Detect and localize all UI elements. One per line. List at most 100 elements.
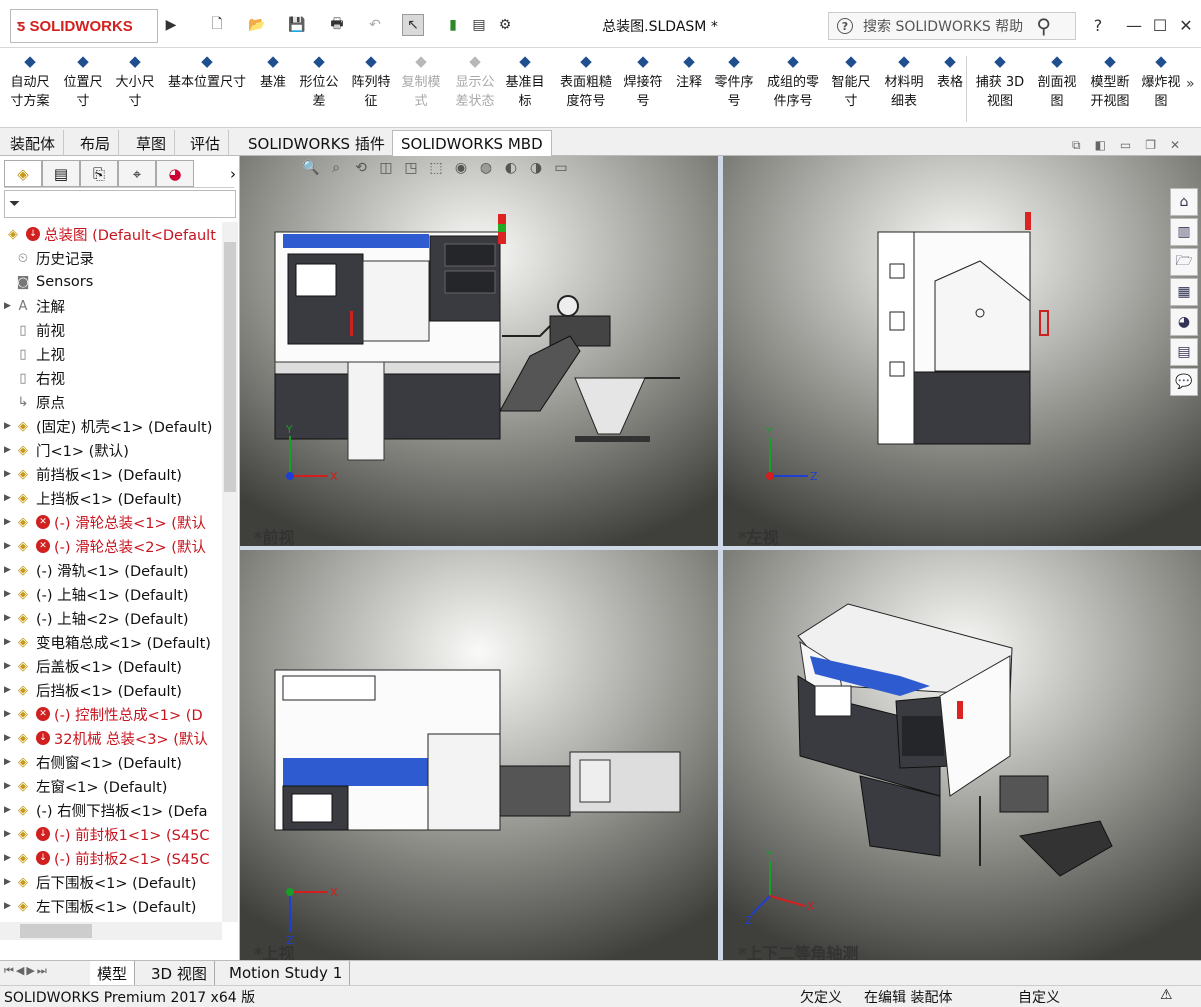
- display-style-icon[interactable]: ◉: [450, 160, 472, 184]
- tree-item[interactable]: ▶ ◈ 门<1> (默认): [0, 438, 222, 462]
- ribbon-button-4[interactable]: ◆ 基本位置尺寸: [162, 52, 252, 124]
- viewport-restore-icon[interactable]: ◧: [1095, 138, 1106, 153]
- open-document-icon[interactable]: 📂: [246, 14, 268, 36]
- ribbon-button-12[interactable]: ◆ 焊接符号: [620, 52, 666, 124]
- ribbon-button-20[interactable]: ◆ 剖面视图: [1034, 52, 1080, 124]
- command-tab-1[interactable]: 装配体: [2, 130, 65, 156]
- tree-item[interactable]: ▶ ◈ (固定) 机壳<1> (Default): [0, 414, 222, 438]
- tree-item[interactable]: ▶ ◈ 左窗<1> (Default): [0, 774, 222, 798]
- expand-arrow-icon[interactable]: ▶: [4, 757, 14, 767]
- expand-arrow-icon[interactable]: ▶: [4, 421, 14, 431]
- ribbon-button-22[interactable]: ◆ 爆炸视图: [1138, 52, 1184, 124]
- expand-arrow-icon[interactable]: ▶: [4, 301, 14, 311]
- apply-scene-icon[interactable]: ◑: [525, 160, 547, 184]
- viewport-splitter-vertical[interactable]: [718, 156, 723, 960]
- file-explorer-icon[interactable]: 🗁: [1170, 248, 1198, 276]
- search-magnifier-icon[interactable]: ⚲: [1036, 14, 1051, 38]
- expand-arrow-icon[interactable]: ▶: [4, 517, 14, 527]
- help-search-box[interactable]: ? 搜索 SOLIDWORKS 帮助 ⚲: [828, 12, 1076, 40]
- view-settings-icon[interactable]: ▭: [550, 160, 572, 184]
- zoom-to-fit-icon[interactable]: 🔍: [300, 160, 322, 184]
- solidworks-resources-icon[interactable]: ⌂: [1170, 188, 1198, 216]
- tree-hscroll-thumb[interactable]: [20, 924, 92, 938]
- tree-item[interactable]: ▯ 前视: [0, 318, 222, 342]
- tree-item[interactable]: ▶ ◈ (-) 上轴<2> (Default): [0, 606, 222, 630]
- select-pointer-icon[interactable]: ↖: [402, 14, 424, 36]
- ribbon-button-1[interactable]: ◆ 自动尺 寸方案: [8, 52, 52, 124]
- graphics-area[interactable]: Y X Y Z X Z Y X Z *前视 *左视 *上视 *上下二等角轴测 ⧉…: [240, 138, 1201, 963]
- ribbon-button-5[interactable]: ◆ 基准: [256, 52, 290, 124]
- tree-item[interactable]: ▶ ◈ 后挡板<1> (Default): [0, 678, 222, 702]
- display-manager-tab-icon[interactable]: ◕: [156, 160, 194, 187]
- tree-item[interactable]: ▶ ◈ ↓ (-) 前封板2<1> (S45C: [0, 846, 222, 870]
- tree-item[interactable]: ◙ Sensors: [0, 270, 222, 294]
- left-view-model[interactable]: [877, 212, 1049, 445]
- undo-icon[interactable]: ↶: [364, 14, 386, 36]
- expand-arrow-icon[interactable]: ▶: [4, 637, 14, 647]
- configuration-manager-tab-icon[interactable]: ⎘: [80, 160, 118, 187]
- expand-arrow-icon[interactable]: ▶: [4, 685, 14, 695]
- tree-item[interactable]: ▶ ◈ 上挡板<1> (Default): [0, 486, 222, 510]
- tree-item[interactable]: ⏲ 历史记录: [0, 246, 222, 270]
- expand-arrow-icon[interactable]: ▶: [4, 469, 14, 479]
- expand-arrow-icon[interactable]: ▶: [4, 661, 14, 671]
- tree-item[interactable]: ▶ ◈ 后下围板<1> (Default): [0, 870, 222, 894]
- status-units[interactable]: 自定义: [1018, 987, 1060, 1007]
- command-tab-4[interactable]: 评估: [182, 130, 230, 156]
- view-palette-icon[interactable]: ▦: [1170, 278, 1198, 306]
- dynamic-annotation-icon[interactable]: ◳: [400, 160, 422, 184]
- tree-item[interactable]: ▶ ◈ 变电箱总成<1> (Default): [0, 630, 222, 654]
- expand-arrow-icon[interactable]: ▶: [4, 781, 14, 791]
- tree-filter[interactable]: ⏷: [4, 190, 236, 218]
- ribbon-button-19[interactable]: ◆ 捕获 3D 视图: [974, 52, 1026, 124]
- options-gear-icon[interactable]: ⚙: [494, 14, 516, 36]
- ribbon-button-13[interactable]: ◆ 注释: [672, 52, 706, 124]
- save-icon[interactable]: 💾: [286, 14, 308, 36]
- expand-arrow-icon[interactable]: ▶: [4, 613, 14, 623]
- expand-arrow-icon[interactable]: ▶: [4, 901, 14, 911]
- command-tab-6[interactable]: SOLIDWORKS MBD: [392, 130, 552, 157]
- expand-arrow-icon[interactable]: ▶: [4, 877, 14, 887]
- rebuild-traffic-light-icon[interactable]: ▮: [442, 14, 464, 36]
- property-manager-tab-icon[interactable]: ▤: [42, 160, 80, 187]
- tree-item[interactable]: ▶ ◈ ✕ (-) 滑轮总装<2> (默认: [0, 534, 222, 558]
- close-button[interactable]: ✕: [1174, 12, 1198, 38]
- help-button[interactable]: ?: [1086, 12, 1110, 38]
- command-tab-5[interactable]: SOLIDWORKS 插件: [240, 130, 394, 156]
- tree-item[interactable]: ▶ ◈ ✕ (-) 控制性总成<1> (D: [0, 702, 222, 726]
- print-icon[interactable]: 🖶: [326, 14, 348, 36]
- next-tab-icon[interactable]: ▶: [26, 964, 34, 978]
- viewport-maximize-icon[interactable]: ❐: [1145, 138, 1156, 153]
- new-document-icon[interactable]: 🗋: [206, 14, 228, 36]
- prev-tab-icon[interactable]: ◀: [16, 964, 24, 978]
- expand-arrow-icon[interactable]: ▶: [4, 445, 14, 455]
- expand-arrow-icon[interactable]: ▶: [4, 589, 14, 599]
- tree-item[interactable]: ↳ 原点: [0, 390, 222, 414]
- feature-manager-tab-icon[interactable]: ◈: [4, 160, 42, 187]
- expand-arrow-icon[interactable]: ▶: [4, 829, 14, 839]
- edit-appearance-icon[interactable]: ◐: [500, 160, 522, 184]
- ribbon-button-3[interactable]: ◆ 大小尺寸: [112, 52, 158, 124]
- viewport-splitter-horizontal[interactable]: [240, 546, 1201, 550]
- expand-arrow-icon[interactable]: ▶: [4, 805, 14, 815]
- command-tab-2[interactable]: 布局: [72, 130, 120, 156]
- ribbon-button-16[interactable]: ◆ 智能尺寸: [828, 52, 874, 124]
- expand-arrow-icon[interactable]: ▶: [4, 853, 14, 863]
- tree-item[interactable]: ▶ ◈ ↓ (-) 前封板1<1> (S45C: [0, 822, 222, 846]
- ribbon-button-6[interactable]: ◆ 形位公差: [296, 52, 342, 124]
- appearances-scenes-icon[interactable]: ◕: [1170, 308, 1198, 336]
- maximize-button[interactable]: ☐: [1148, 12, 1172, 38]
- bottom-tab-2[interactable]: 3D 视图: [144, 961, 215, 985]
- tree-item[interactable]: ▶ ◈ 左下围板<1> (Default): [0, 894, 222, 918]
- tree-item[interactable]: ▶ ◈ 后盖板<1> (Default): [0, 654, 222, 678]
- tree-item[interactable]: ▶ ◈ (-) 滑轨<1> (Default): [0, 558, 222, 582]
- previous-view-icon[interactable]: ⟲: [350, 160, 372, 184]
- dimxpert-tab-icon[interactable]: ⌖: [118, 160, 156, 187]
- status-quick-tips-icon[interactable]: ⚠: [1160, 987, 1173, 1003]
- expand-arrow-icon[interactable]: ▶: [4, 565, 14, 575]
- view-orientation-icon[interactable]: ⬚: [425, 160, 447, 184]
- tree-item[interactable]: ▶ ◈ 右侧窗<1> (Default): [0, 750, 222, 774]
- first-tab-icon[interactable]: ⏮: [4, 964, 14, 978]
- tree-item[interactable]: ▶ ◈ (-) 上轴<1> (Default): [0, 582, 222, 606]
- zoom-to-area-icon[interactable]: ⌕: [325, 160, 347, 184]
